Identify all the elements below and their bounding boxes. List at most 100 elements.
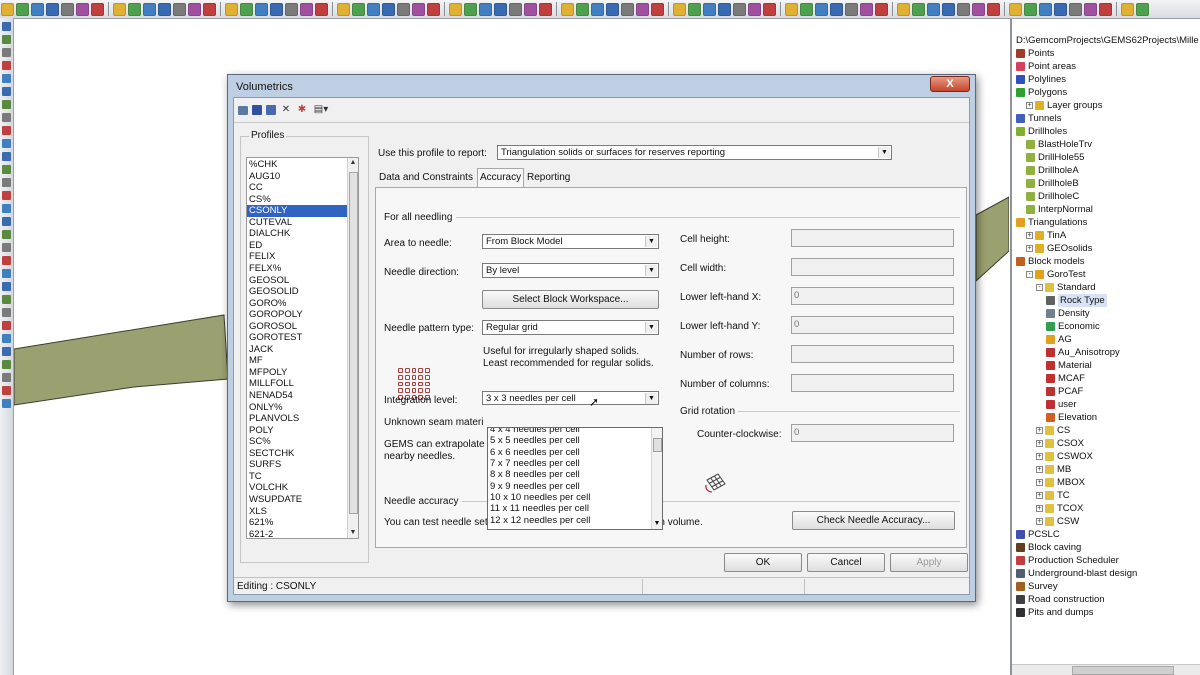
expand-icon[interactable]: + (1036, 427, 1043, 434)
collapse-icon[interactable]: - (1036, 284, 1043, 291)
lower-left-y-input[interactable]: 0 (791, 316, 954, 334)
left-tool-icon[interactable] (2, 360, 11, 369)
toolbar-tool-icon[interactable] (352, 2, 365, 16)
profile-item[interactable]: 621-2 (247, 529, 350, 538)
toolbar-tool-icon[interactable] (815, 2, 828, 16)
lower-left-x-input[interactable]: 0 (791, 287, 954, 305)
integration-option[interactable]: 11 x 11 needles per cell (490, 503, 589, 514)
tree-node[interactable]: Rock Type (1046, 294, 1107, 307)
tree-node[interactable]: Underground-blast design (1016, 567, 1137, 580)
profile-item[interactable]: AUG10 (247, 171, 350, 183)
profile-item[interactable]: MF (247, 355, 350, 367)
integration-option[interactable]: 7 x 7 needles per cell (490, 458, 580, 469)
profile-item[interactable]: SURFS (247, 459, 350, 471)
select-block-workspace-button[interactable]: Select Block Workspace... (482, 290, 659, 309)
tree-node[interactable]: MCAF (1046, 372, 1085, 385)
toolbar-tool-icon[interactable] (972, 2, 985, 16)
toolbar-tool-icon[interactable] (464, 2, 477, 16)
toolbar-tool-icon[interactable] (76, 2, 89, 16)
scroll-down-icon[interactable]: ▼ (348, 528, 358, 538)
toolbar-tool-icon[interactable] (957, 2, 970, 16)
needle-direction-select[interactable]: By level ▼ (482, 263, 659, 278)
left-tool-icon[interactable] (2, 22, 11, 31)
toolbar-tool-icon[interactable] (449, 2, 462, 16)
tree-node[interactable]: Density (1046, 307, 1090, 320)
use-profile-select[interactable]: Triangulation solids or surfaces for res… (497, 145, 892, 160)
expand-icon[interactable]: + (1036, 505, 1043, 512)
left-tool-icon[interactable] (2, 113, 11, 122)
cancel-button[interactable]: Cancel (807, 553, 885, 572)
toolbar-tool-icon[interactable] (367, 2, 380, 16)
toolbar-tool-icon[interactable] (561, 2, 574, 16)
toolbar-tool-icon[interactable] (539, 2, 552, 16)
tree-node[interactable]: Au_Anisotropy (1046, 346, 1120, 359)
tree-node[interactable]: + MB (1036, 463, 1071, 476)
rows-input[interactable] (791, 345, 954, 363)
toolbar-tool-icon[interactable] (927, 2, 940, 16)
tree-node[interactable]: user (1046, 398, 1076, 411)
tree-node[interactable]: DrillholeC (1026, 190, 1079, 203)
left-tool-icon[interactable] (2, 100, 11, 109)
toolbar-tool-icon[interactable] (748, 2, 761, 16)
left-tool-icon[interactable] (2, 243, 11, 252)
profile-item[interactable]: GOROSOL (247, 321, 350, 333)
expand-icon[interactable]: + (1036, 518, 1043, 525)
tab-accuracy[interactable]: Accuracy (477, 168, 525, 187)
ok-button[interactable]: OK (724, 553, 802, 572)
toolbar-tool-icon[interactable] (173, 2, 186, 16)
tree-node[interactable]: Triangulations (1016, 216, 1087, 229)
settings-icon[interactable]: ✱ (296, 104, 308, 116)
toolbar-tool-icon[interactable] (315, 2, 328, 16)
tree-node[interactable]: Block models (1016, 255, 1085, 268)
tree-node[interactable]: BlastHoleTrv (1026, 138, 1092, 151)
profile-item[interactable]: CUTEVAL (247, 217, 350, 229)
tree-node[interactable]: Drillholes (1016, 125, 1067, 138)
tree-node[interactable]: - GoroTest (1026, 268, 1086, 281)
left-tool-icon[interactable] (2, 282, 11, 291)
toolbar-tool-icon[interactable] (688, 2, 701, 16)
profile-item[interactable]: 621% (247, 517, 350, 529)
left-tool-icon[interactable] (2, 334, 11, 343)
profile-item[interactable]: DIALCHK (247, 228, 350, 240)
check-needle-accuracy-button[interactable]: Check Needle Accuracy... (792, 511, 955, 530)
tree-node[interactable]: + TinA (1026, 229, 1066, 242)
tree-node[interactable]: + GEOsolids (1026, 242, 1092, 255)
tree-node[interactable]: + TCOX (1036, 502, 1083, 515)
tree-node[interactable]: + TC (1036, 489, 1070, 502)
profile-item[interactable]: TC (247, 471, 350, 483)
tree-node[interactable]: Road construction (1016, 593, 1105, 606)
tree-node[interactable]: Polygons (1016, 86, 1067, 99)
toolbar-tool-icon[interactable] (763, 2, 776, 16)
toolbar-tool-icon[interactable] (875, 2, 888, 16)
integration-option[interactable]: 5 x 5 needles per cell (490, 435, 580, 446)
left-tool-icon[interactable] (2, 321, 11, 330)
dropdown-scrollbar[interactable]: ▼ (651, 428, 662, 529)
left-tool-icon[interactable] (2, 230, 11, 239)
toolbar-tool-icon[interactable] (912, 2, 925, 16)
toolbar-tool-icon[interactable] (1, 2, 14, 16)
toolbar-tool-icon[interactable] (143, 2, 156, 16)
toolbar-tool-icon[interactable] (300, 2, 313, 16)
tree-node[interactable]: Production Scheduler (1016, 554, 1119, 567)
toolbar-tool-icon[interactable] (509, 2, 522, 16)
toolbar-tool-icon[interactable] (285, 2, 298, 16)
left-tool-icon[interactable] (2, 217, 11, 226)
left-tool-icon[interactable] (2, 61, 11, 70)
profiles-list[interactable]: %CHK AUG10 CC CS% CSONLY CUTEVAL DIALCHK ED FELI… (246, 157, 359, 539)
integration-option[interactable]: 10 x 10 needles per cell (490, 492, 590, 503)
tree-node[interactable]: InterpNormal (1026, 203, 1093, 216)
toolbar-tool-icon[interactable] (718, 2, 731, 16)
chevron-down-icon[interactable]: ▼ (645, 236, 657, 247)
left-tool-icon[interactable] (2, 74, 11, 83)
profile-item[interactable]: POLY (247, 425, 350, 437)
toolbar-tool-icon[interactable] (524, 2, 537, 16)
toolbar-tool-icon[interactable] (1136, 2, 1149, 16)
tree-node[interactable]: DrillholeB (1026, 177, 1079, 190)
expand-icon[interactable]: + (1036, 466, 1043, 473)
tree-node[interactable]: PCAF (1046, 385, 1083, 398)
left-tool-icon[interactable] (2, 204, 11, 213)
left-tool-icon[interactable] (2, 399, 11, 408)
toolbar-tool-icon[interactable] (1009, 2, 1022, 16)
tab-data-and-constraints[interactable]: Data and Constraints (377, 170, 475, 186)
toolbar-tool-icon[interactable] (31, 2, 44, 16)
